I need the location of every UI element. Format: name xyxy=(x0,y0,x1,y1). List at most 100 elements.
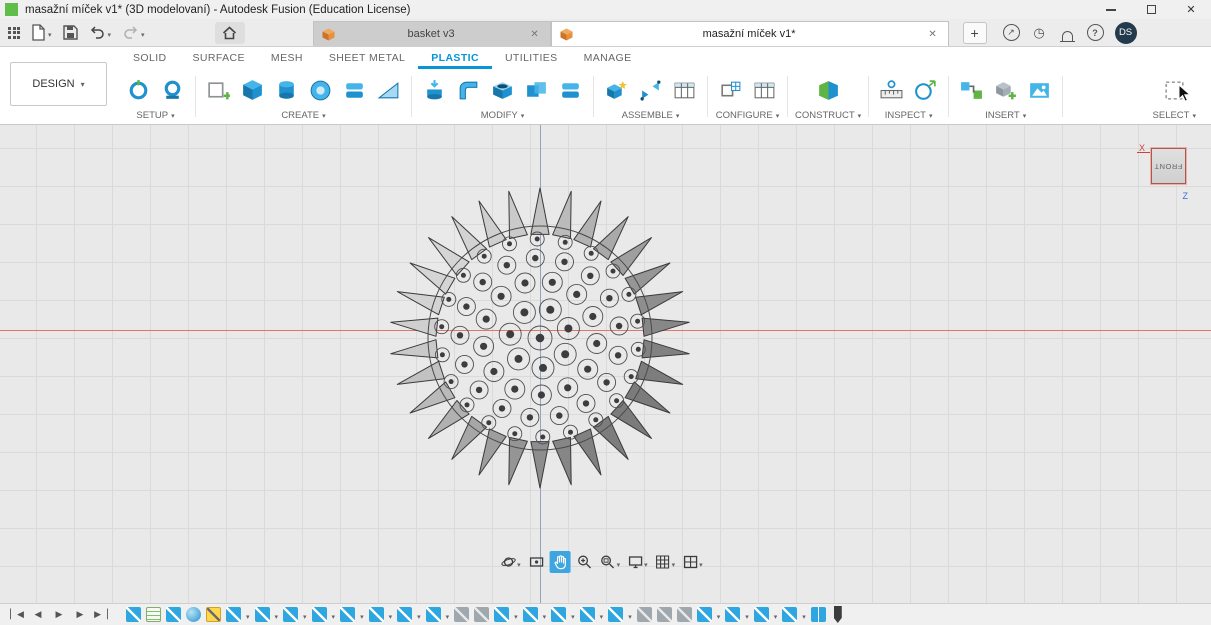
massage-ball[interactable] xyxy=(385,183,695,493)
tab-plastic[interactable]: PLASTIC xyxy=(418,47,492,69)
timeline-feature-15-gray[interactable] xyxy=(474,607,490,622)
construct-group-dropdown[interactable]: CONSTRUCT xyxy=(795,110,861,121)
timeline-feature-10-sketch[interactable] xyxy=(340,607,356,622)
timeline-feature-8-sketch[interactable] xyxy=(283,607,299,622)
config-table-button[interactable] xyxy=(749,74,780,107)
timeline-feature-caret[interactable] xyxy=(389,606,393,624)
insert-group-dropdown[interactable]: INSERT xyxy=(985,110,1026,121)
look-at-button[interactable] xyxy=(526,551,547,573)
timeline-feature-caret[interactable] xyxy=(745,606,749,624)
timeline-feature-7-sketch[interactable] xyxy=(254,607,270,622)
timeline-feature-caret[interactable] xyxy=(332,606,336,624)
timeline-feature-caret[interactable] xyxy=(543,606,547,624)
tab-solid[interactable]: SOLID xyxy=(120,47,180,69)
timeline-feature-caret[interactable] xyxy=(417,606,421,624)
tab-manage[interactable]: MANAGE xyxy=(571,47,645,69)
timeline-feature-caret[interactable] xyxy=(717,606,721,624)
tab-mesh[interactable]: MESH xyxy=(258,47,316,69)
combine-button[interactable] xyxy=(521,74,552,107)
inspect-group-dropdown[interactable]: INSPECT xyxy=(885,110,933,121)
minimize-button[interactable] xyxy=(1091,0,1131,19)
timeline-feature-9-sketch[interactable] xyxy=(311,607,327,622)
document-tab-basket[interactable]: basket v3 xyxy=(312,21,551,46)
timeline-feature-23-gray[interactable] xyxy=(676,607,692,622)
timeline-feature-12-sketch[interactable] xyxy=(397,607,413,622)
timeline-feature-caret[interactable] xyxy=(571,606,575,624)
zoom-window-button[interactable] xyxy=(598,551,623,573)
zoom-button[interactable] xyxy=(574,551,595,573)
revolve-button[interactable] xyxy=(305,74,336,107)
timeline-play-button[interactable] xyxy=(50,606,68,624)
tab-sheet-metal[interactable]: SHEET METAL xyxy=(316,47,418,69)
orbit-button[interactable] xyxy=(498,551,523,573)
timeline-feature-17-sketch[interactable] xyxy=(522,607,538,622)
timeline-feature-caret[interactable] xyxy=(600,606,604,624)
tab-close-icon[interactable] xyxy=(926,29,940,40)
notifications-bell-icon[interactable] xyxy=(1059,24,1076,42)
new-tab-button[interactable] xyxy=(962,21,987,44)
timeline-feature-24-sketch[interactable] xyxy=(696,607,712,622)
timeline-feature-caret[interactable] xyxy=(774,606,778,624)
timeline-feature-2-doc[interactable] xyxy=(146,607,161,622)
undo-button[interactable] xyxy=(85,21,116,45)
joint-button[interactable] xyxy=(635,74,666,107)
pan-button[interactable] xyxy=(549,551,571,573)
timeline-feature-3-sketch[interactable] xyxy=(166,607,181,622)
help-icon[interactable] xyxy=(1086,24,1104,41)
timeline-feature-caret[interactable] xyxy=(275,606,279,624)
timeline-feature-18-sketch[interactable] xyxy=(551,607,567,622)
construct-plane-button[interactable] xyxy=(813,74,844,107)
cylinder-button[interactable] xyxy=(271,74,302,107)
tab-utilities[interactable]: UTILITIES xyxy=(492,47,571,69)
timeline-feature-22-gray[interactable] xyxy=(656,607,672,622)
timeline-feature-13-sketch[interactable] xyxy=(425,607,441,622)
timeline-go-to-end-button[interactable] xyxy=(92,606,110,624)
extrude-button[interactable] xyxy=(237,74,268,107)
home-button[interactable] xyxy=(214,21,245,44)
setup-tool-2-button[interactable] xyxy=(157,74,188,107)
measure-button[interactable] xyxy=(876,74,907,107)
timeline-feature-25-sketch[interactable] xyxy=(725,607,741,622)
create-sketch-button[interactable] xyxy=(203,74,234,107)
setup-group-dropdown[interactable]: SETUP xyxy=(136,110,174,121)
extensions-icon[interactable] xyxy=(1002,24,1020,41)
close-button[interactable] xyxy=(1171,0,1211,19)
display-settings-button[interactable] xyxy=(625,551,650,573)
assemble-group-dropdown[interactable]: ASSEMBLE xyxy=(622,110,680,121)
insert-canvas-button[interactable] xyxy=(1024,74,1055,107)
create-group-dropdown[interactable]: CREATE xyxy=(281,110,325,121)
viewcube[interactable]: FRONT xyxy=(1151,148,1186,184)
maximize-button[interactable] xyxy=(1131,0,1171,19)
grid-settings-button[interactable] xyxy=(653,551,678,573)
viewport-canvas[interactable]: X FRONT Z xyxy=(0,125,1211,603)
timeline-feature-5-yellow[interactable] xyxy=(206,607,221,622)
timeline-position-marker[interactable] xyxy=(833,606,842,623)
setup-tool-1-button[interactable] xyxy=(123,74,154,107)
timeline-feature-14-gray[interactable] xyxy=(454,607,470,622)
rib-button[interactable] xyxy=(373,74,404,107)
timeline-feature-26-sketch[interactable] xyxy=(753,607,769,622)
timeline-feature-11-sketch[interactable] xyxy=(368,607,384,622)
timeline-feature-caret[interactable] xyxy=(303,606,307,624)
file-menu-button[interactable] xyxy=(27,21,56,45)
configure-group-dropdown[interactable]: CONFIGURE xyxy=(716,110,780,121)
timeline-feature-27-sketch[interactable] xyxy=(782,607,798,622)
tab-surface[interactable]: SURFACE xyxy=(180,47,258,69)
timeline-feature-20-sketch[interactable] xyxy=(608,607,624,622)
timeline-feature-4-sphere[interactable] xyxy=(186,607,201,622)
analysis-button[interactable] xyxy=(910,74,941,107)
timeline-feature-28-mirror[interactable] xyxy=(810,607,826,622)
rigid-group-button[interactable] xyxy=(669,74,700,107)
modify-group-dropdown[interactable]: MODIFY xyxy=(481,110,524,121)
viewports-button[interactable] xyxy=(680,551,705,573)
insert-mesh-button[interactable] xyxy=(990,74,1021,107)
timeline-feature-caret[interactable] xyxy=(802,606,806,624)
timeline-feature-caret[interactable] xyxy=(514,606,518,624)
tab-close-icon[interactable] xyxy=(528,29,542,40)
new-component-button[interactable] xyxy=(601,74,632,107)
redo-button[interactable] xyxy=(118,21,149,45)
press-pull-button[interactable] xyxy=(419,74,450,107)
timeline-feature-6-sketch[interactable] xyxy=(226,607,241,622)
app-launcher-button[interactable] xyxy=(4,21,24,45)
save-button[interactable] xyxy=(59,21,82,45)
